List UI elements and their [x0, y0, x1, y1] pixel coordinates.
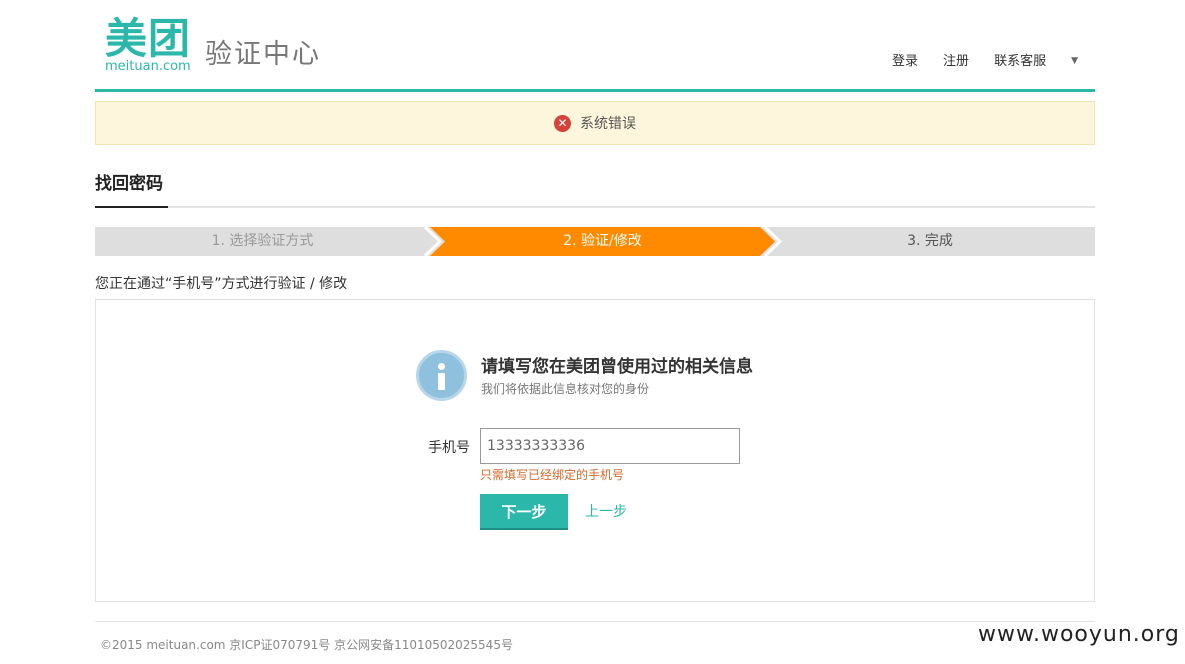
verification-form-box: 请填写您在美团曾使用过的相关信息 我们将依据此信息核对您的身份 手机号 只需填写… — [95, 299, 1095, 602]
step-2-label: 2. 验证/修改 — [563, 233, 642, 249]
step-1-label: 1. 选择验证方式 — [211, 233, 314, 249]
next-step-button[interactable]: 下一步 — [480, 494, 568, 530]
logo-chinese: 美团 — [105, 14, 192, 63]
footer-divider — [95, 621, 1095, 622]
alert-message: 系统错误 — [580, 116, 636, 132]
error-circle-icon: ✕ — [554, 114, 571, 132]
logo-english: meituan.com — [105, 59, 191, 74]
form-subheading: 我们将依据此信息核对您的身份 — [481, 382, 650, 396]
form-heading: 请填写您在美团曾使用过的相关信息 — [481, 357, 753, 377]
verification-description: 您正在通过“手机号”方式进行验证 / 修改 — [95, 276, 348, 292]
progress-steps: 1. 选择验证方式 2. 验证/修改 3. 完成 — [95, 227, 1095, 256]
support-label: 联系客服 — [994, 54, 1047, 69]
page-title: 找回密码 — [95, 174, 163, 194]
title-underline — [95, 206, 168, 208]
header: 美团 meituan.com 验证中心 登录 注册 联系客服 ▼ — [95, 0, 1095, 92]
watermark: www.wooyun.org — [978, 622, 1180, 647]
previous-step-link[interactable]: 上一步 — [585, 501, 627, 521]
login-link[interactable]: 登录 — [892, 50, 918, 69]
top-nav: 登录 注册 联系客服 ▼ — [867, 50, 1078, 69]
support-dropdown[interactable]: 联系客服 ▼ — [994, 50, 1078, 69]
footer-copyright: ©2015 meituan.com 京ICP证070791号 京公网安备1101… — [100, 638, 513, 652]
phone-label: 手机号 — [428, 440, 470, 456]
register-link[interactable]: 注册 — [943, 50, 969, 69]
info-icon — [416, 350, 467, 401]
site-title: 验证中心 — [205, 39, 321, 70]
error-alert: ✕ 系统错误 — [95, 101, 1095, 145]
title-divider — [95, 206, 1095, 208]
meituan-logo[interactable]: 美团 meituan.com — [105, 16, 191, 74]
phone-hint: 只需填写已经绑定的手机号 — [480, 468, 625, 482]
phone-input[interactable] — [480, 428, 740, 464]
step-3-label: 3. 完成 — [907, 233, 953, 249]
caret-down-icon: ▼ — [1071, 56, 1078, 66]
page-container: 美团 meituan.com 验证中心 登录 注册 联系客服 ▼ ✕ 系统错误 找… — [95, 0, 1095, 664]
